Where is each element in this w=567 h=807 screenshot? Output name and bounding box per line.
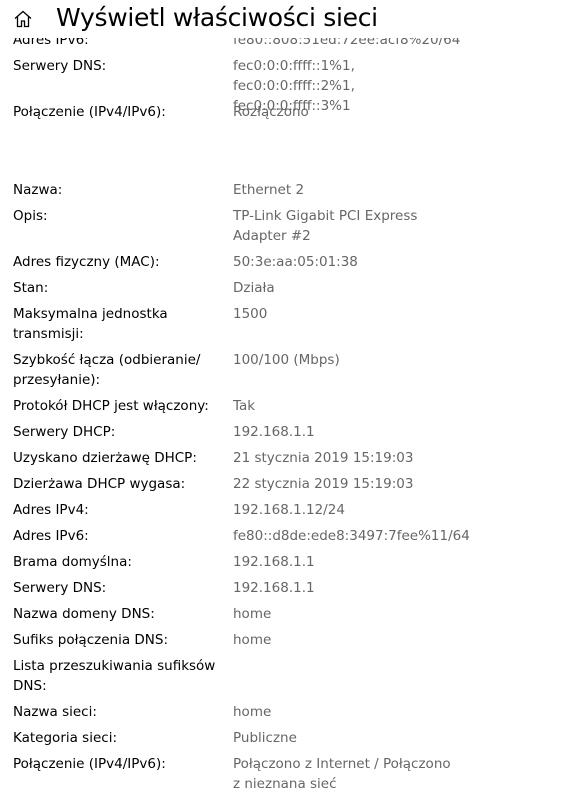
property-value: 1500 (233, 306, 268, 322)
property-value: 192.168.1.1 (233, 580, 315, 596)
property-label: Nazwa: (13, 182, 63, 198)
property-value-line: TP-Link Gigabit PCI Express (233, 208, 418, 224)
property-label: Uzyskano dzierżawę DHCP: (13, 450, 197, 466)
property-label-line: Szybkość łącza (odbieranie/ (13, 352, 201, 368)
property-label-line: transmisji: (13, 326, 84, 342)
property-value: home (233, 632, 272, 648)
home-button[interactable] (8, 4, 38, 34)
property-value: 100/100 (Mbps) (233, 352, 340, 368)
property-label: Dzierżawa DHCP wygasa: (13, 476, 186, 492)
property-value-line: fec0:0:0:ffff::1%1, fec0:0:0:ffff::2%1, (233, 58, 355, 94)
property-value: Połączono z Internet / Połączono z niezn… (233, 754, 463, 794)
property-label: Stan: (13, 280, 49, 296)
property-value: Rozłączono (233, 104, 309, 120)
home-icon (14, 10, 32, 28)
property-label: Serwery DNS: (13, 58, 107, 74)
property-label: Protokół DHCP jest włączony: (13, 398, 209, 414)
property-value-line: Połączono z Internet / Połączono (233, 756, 451, 772)
property-label: Serwery DHCP: (13, 424, 116, 440)
property-label: Sufiks połączenia DNS: (13, 632, 169, 648)
property-label: Kategoria sieci: (13, 730, 117, 746)
property-value: 192.168.1.12/24 (233, 502, 345, 518)
property-value: Tak (233, 398, 256, 414)
property-value: TP-Link Gigabit PCI Express Adapter #2 (233, 206, 463, 246)
property-value-line: z nieznana sieć (233, 776, 337, 792)
property-value: fe80::d8de:ede8:3497:7fee%11/64 (233, 528, 470, 544)
property-label: Maksymalna jednostka transmisji: (13, 304, 223, 344)
property-value: Ethernet 2 (233, 182, 305, 198)
property-label: Opis: (13, 208, 48, 224)
property-value: home (233, 606, 272, 622)
property-value: 22 stycznia 2019 15:19:03 (233, 476, 414, 492)
property-value: 192.168.1.1 (233, 424, 315, 440)
property-label: Nazwa sieci: (13, 704, 97, 720)
property-label: Połączenie (IPv4/IPv6): (13, 756, 166, 772)
property-label: Lista przeszukiwania sufiksów DNS: (13, 656, 223, 696)
property-label: Adres fizyczny (MAC): (13, 254, 160, 270)
property-label: Nazwa domeny DNS: (13, 606, 155, 622)
property-label: Połączenie (IPv4/IPv6): (13, 104, 166, 120)
property-label-line: przesyłanie): (13, 372, 101, 388)
property-value: 192.168.1.1 (233, 554, 315, 570)
property-label-line: Maksymalna jednostka (13, 306, 168, 322)
property-label: Brama domyślna: (13, 554, 132, 570)
property-value: 50:3e:aa:05:01:38 (233, 254, 358, 270)
page-title: Wyświetl właściwości sieci (56, 3, 378, 32)
properties-scroll-area[interactable]: Adres IPv6: fe80::808:51ed:72ee:acf8%20/… (0, 0, 567, 807)
property-label-line: Lista przeszukiwania sufiksów (13, 658, 216, 674)
property-value: Działa (233, 280, 275, 296)
page-header: Wyświetl właściwości sieci (0, 0, 567, 38)
property-value-line: Adapter #2 (233, 228, 311, 244)
property-value: Publiczne (233, 730, 297, 746)
property-value: home (233, 704, 272, 720)
property-label: Serwery DNS: (13, 580, 107, 596)
property-value: 21 stycznia 2019 15:19:03 (233, 450, 414, 466)
property-label-line: DNS: (13, 678, 47, 694)
property-label: Szybkość łącza (odbieranie/ przesyłanie)… (13, 350, 223, 390)
property-label: Adres IPv4: (13, 502, 89, 518)
property-label: Adres IPv6: (13, 528, 89, 544)
